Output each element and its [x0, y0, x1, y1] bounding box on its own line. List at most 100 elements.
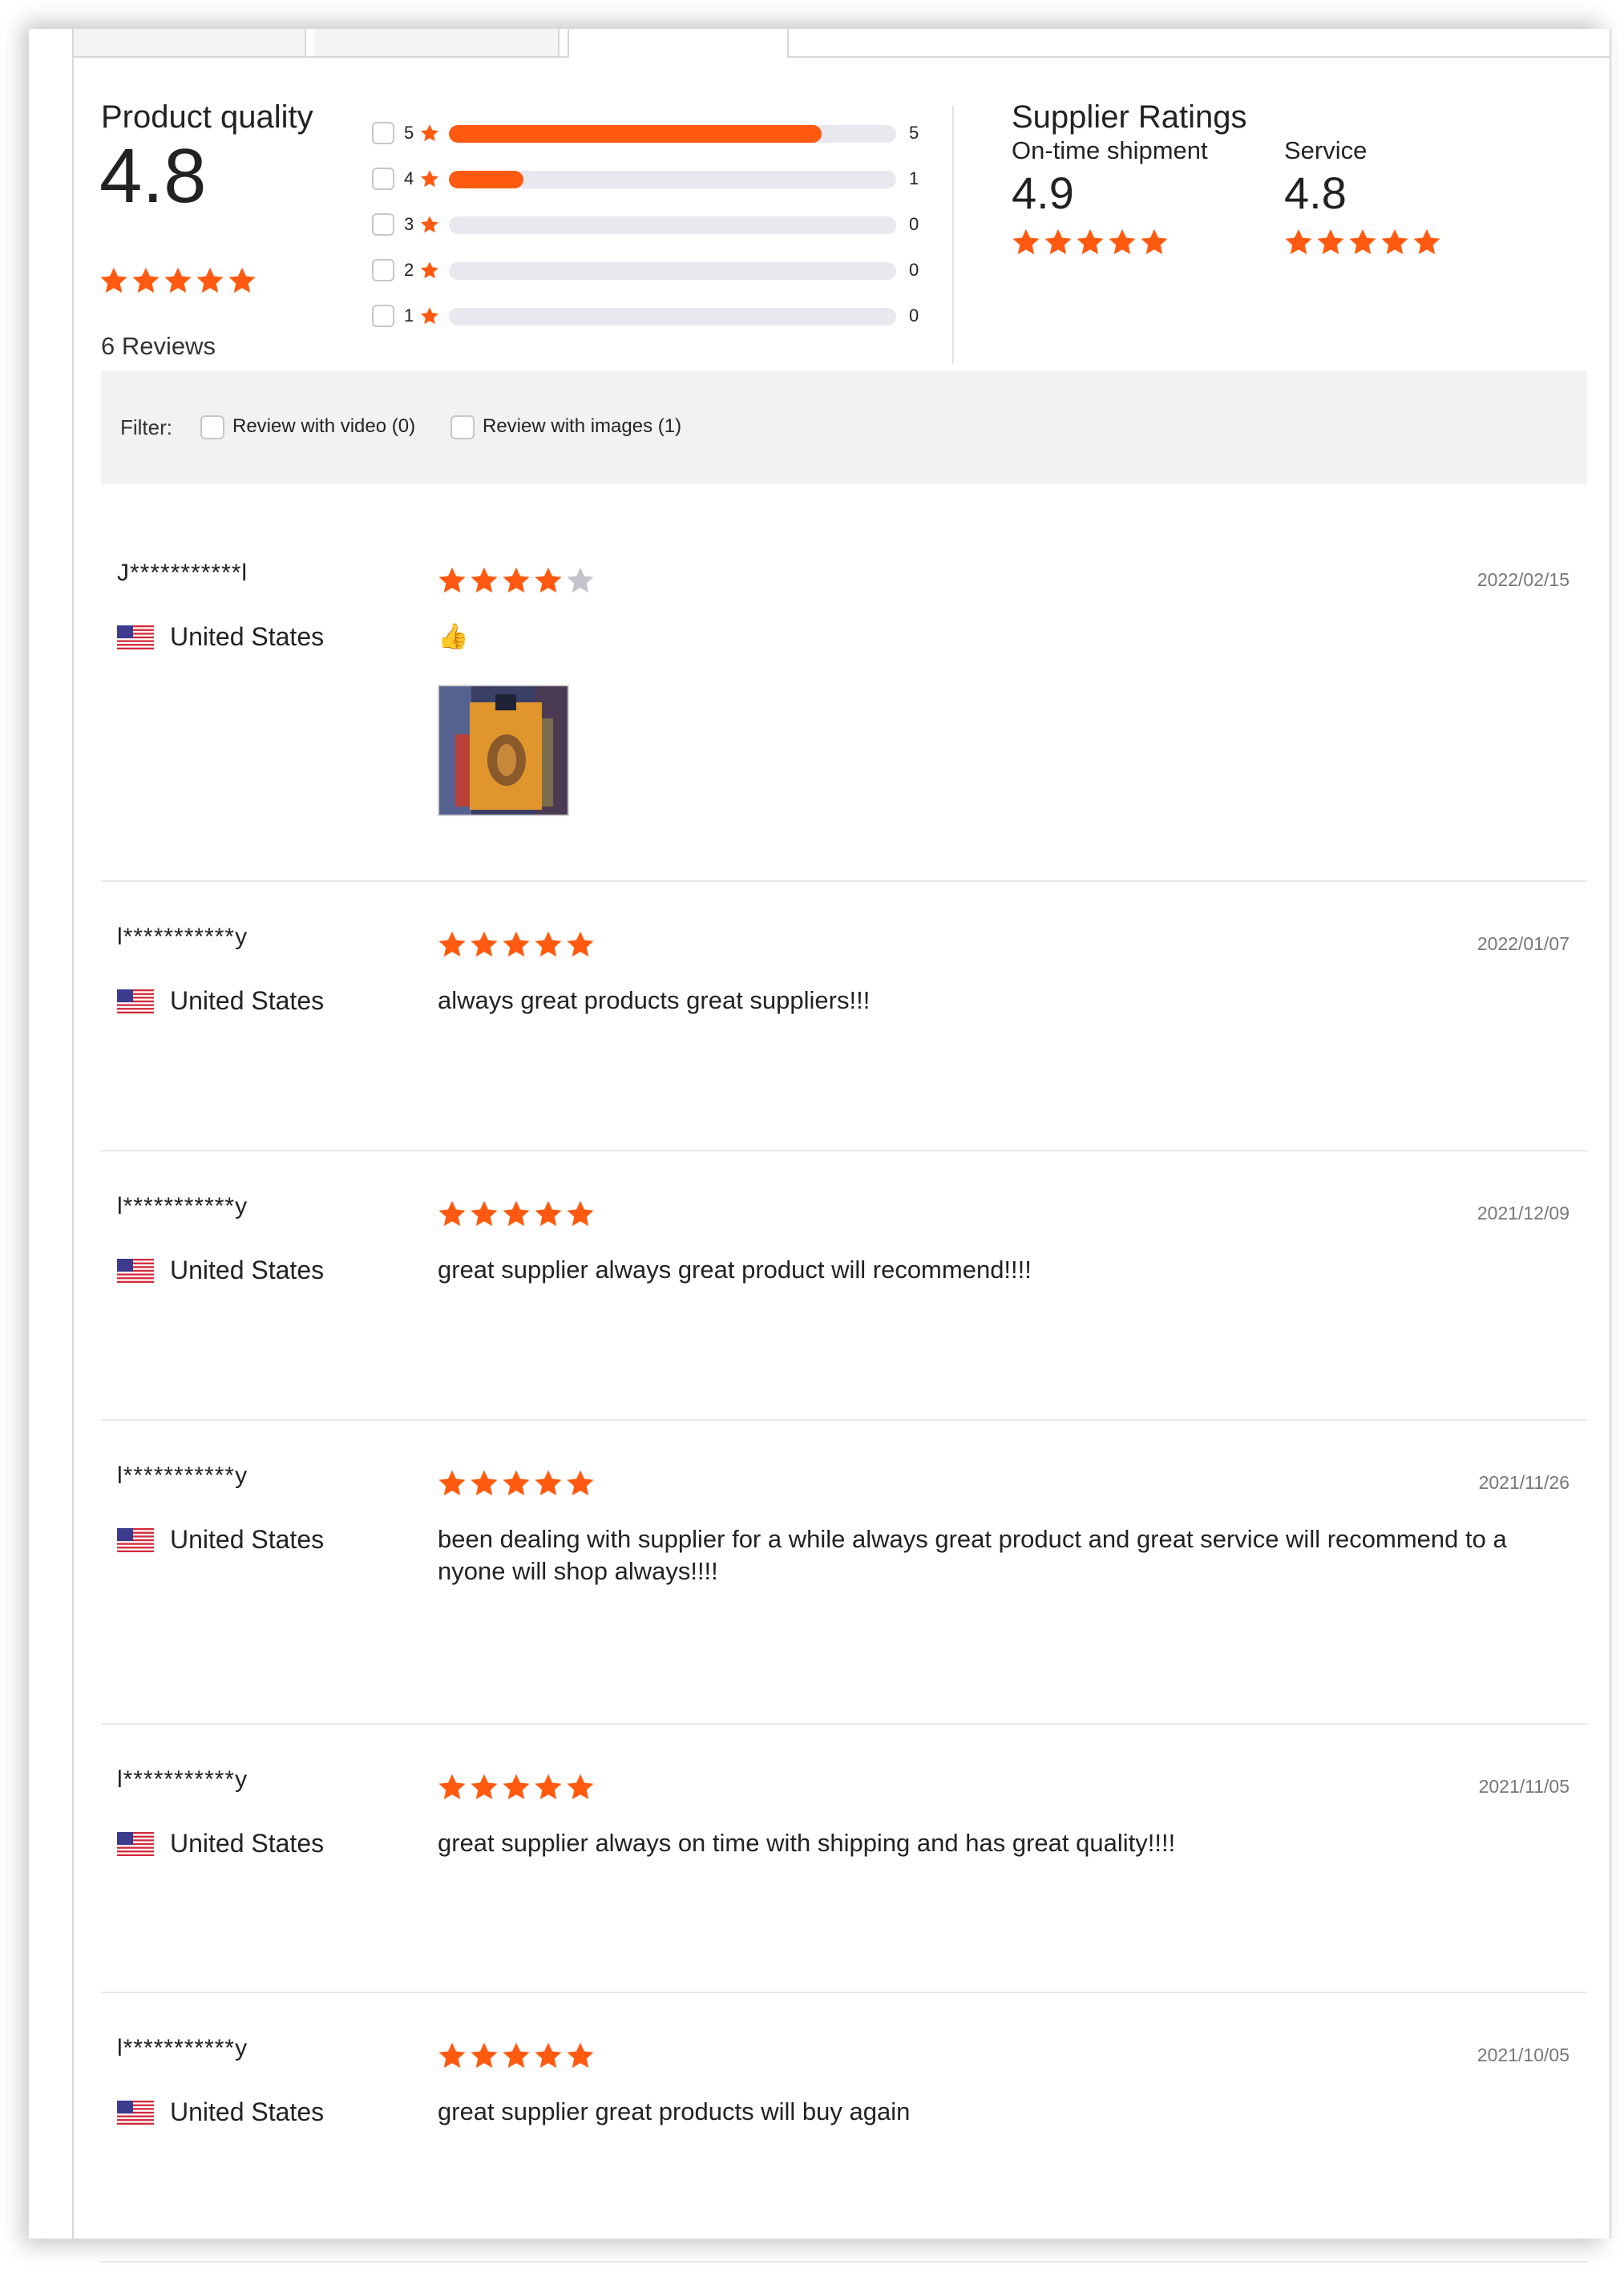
review-item: l***********y United States 2022/01/07 alwa… [101, 882, 1587, 1151]
histogram-bar-track [449, 262, 896, 280]
reviewer-country: United States [117, 622, 324, 652]
histogram-checkbox[interactable] [372, 259, 394, 281]
star-icon [1141, 229, 1168, 254]
supplier-ratings-title: Supplier Ratings [1012, 99, 1247, 135]
histogram-row[interactable]: 41 [372, 166, 933, 195]
reviewer-name: l***********y [117, 924, 248, 950]
star-icon [1381, 229, 1408, 254]
review-text: great supplier great products will buy a… [438, 2097, 911, 2125]
star-icon [100, 267, 127, 293]
video-filter-label[interactable]: Review with video (0) [232, 415, 415, 438]
review-text: great supplier always on time with shipp… [438, 1829, 1176, 1857]
review-item: l***********y United States 2021/11/05 grea… [101, 1725, 1587, 1993]
country-name: United States [170, 1525, 325, 1554]
star-icon [1349, 229, 1376, 254]
star-icon [567, 2042, 594, 2069]
tab-2[interactable] [314, 29, 560, 56]
star-icon [438, 567, 466, 593]
histogram-checkbox[interactable] [372, 122, 394, 144]
us-flag-icon [117, 625, 154, 649]
review-image-thumbnail[interactable] [438, 685, 569, 816]
star-icon [503, 2042, 530, 2069]
review-rating-stars [438, 1199, 595, 1228]
histogram-count: 0 [909, 305, 919, 326]
star-icon [438, 2042, 466, 2069]
histogram-bar-fill [449, 125, 822, 143]
on-time-shipment-label: On-time shipment [1012, 136, 1208, 164]
country-name: United States [170, 1829, 325, 1858]
histogram-star-level: 5 [404, 123, 414, 143]
histogram-checkbox[interactable] [372, 213, 394, 236]
review-rating-stars [438, 930, 595, 959]
service-label: Service [1284, 136, 1367, 164]
images-filter-checkbox[interactable] [450, 415, 475, 439]
star-icon [228, 267, 256, 293]
country-name: United States [170, 622, 325, 651]
histogram-star-level: 3 [404, 214, 414, 234]
us-flag-icon [117, 2100, 154, 2125]
review-text: great supplier always great product will… [438, 1256, 1032, 1284]
service-rating: Service 4.8 [1284, 136, 1441, 257]
star-icon [1109, 229, 1136, 254]
star-icon [438, 1774, 466, 1800]
us-flag-icon [117, 1527, 154, 1552]
review-date: 2021/11/26 [1478, 1472, 1569, 1493]
review-text: been dealing with supplier for a while a… [438, 1525, 1507, 1585]
tab-1[interactable] [74, 29, 306, 56]
histogram-row[interactable]: 55 [372, 120, 933, 149]
star-icon [1285, 229, 1312, 254]
us-flag-icon [117, 1258, 154, 1283]
review-item: J***********l United States 2022/02/15 👍 [101, 518, 1587, 882]
star-icon [471, 2042, 498, 2069]
review-text: always great products great suppliers!!! [438, 986, 871, 1014]
star-icon [503, 931, 530, 957]
review-window: Product quality 4.8 6 Reviews 5541302010… [29, 29, 1611, 2263]
star-icon [503, 1774, 530, 1800]
star-icon [132, 267, 160, 293]
star-icon [471, 1200, 498, 1227]
histogram-star-level: 2 [404, 260, 414, 280]
histogram-checkbox[interactable] [372, 168, 394, 190]
star-icon [535, 1470, 562, 1496]
histogram-count: 0 [909, 260, 919, 280]
reviewer-country: United States [117, 986, 324, 1016]
histogram-row[interactable]: 30 [372, 212, 933, 241]
histogram-bar-track [449, 308, 896, 326]
country-name: United States [170, 986, 325, 1015]
on-time-shipment-rating: On-time shipment 4.9 [1012, 136, 1208, 257]
review-rating-stars [438, 1469, 595, 1498]
star-icon [567, 931, 594, 957]
review-date: 2022/02/15 [1477, 569, 1569, 590]
histogram-row[interactable]: 10 [372, 303, 933, 332]
images-filter-label[interactable]: Review with images (1) [483, 415, 681, 438]
product-quality-score: 4.8 [99, 133, 207, 219]
star-icon [438, 1200, 466, 1227]
star-icon [503, 567, 530, 593]
histogram-bar-track [449, 216, 896, 234]
reviewer-name: J***********l [117, 560, 248, 586]
histogram-count: 1 [909, 168, 919, 188]
star-icon [438, 931, 466, 957]
star-icon [438, 1470, 466, 1496]
reviews-count: 6 Reviews [101, 332, 216, 360]
star-icon [535, 567, 562, 593]
star-icon [471, 1774, 498, 1800]
histogram-row[interactable]: 20 [372, 257, 933, 286]
star-icon [1077, 229, 1104, 254]
review-date: 2021/12/09 [1477, 1203, 1569, 1223]
star-icon [535, 1774, 562, 1800]
video-filter-checkbox[interactable] [200, 415, 224, 439]
tab-reviews[interactable] [568, 29, 789, 58]
us-flag-icon [117, 989, 154, 1013]
histogram-checkbox[interactable] [372, 305, 394, 327]
reviewer-country: United States [117, 2097, 324, 2127]
review-date: 2022/01/07 [1477, 933, 1569, 954]
star-icon [567, 567, 594, 593]
histogram-count: 0 [909, 214, 919, 234]
star-icon [421, 170, 438, 188]
star-icon [535, 2042, 562, 2069]
star-icon [421, 216, 438, 233]
review-text: 👍 [438, 622, 469, 650]
review-item: l***********y United States 2021/11/26 been… [101, 1421, 1587, 1725]
star-icon [1413, 229, 1440, 254]
